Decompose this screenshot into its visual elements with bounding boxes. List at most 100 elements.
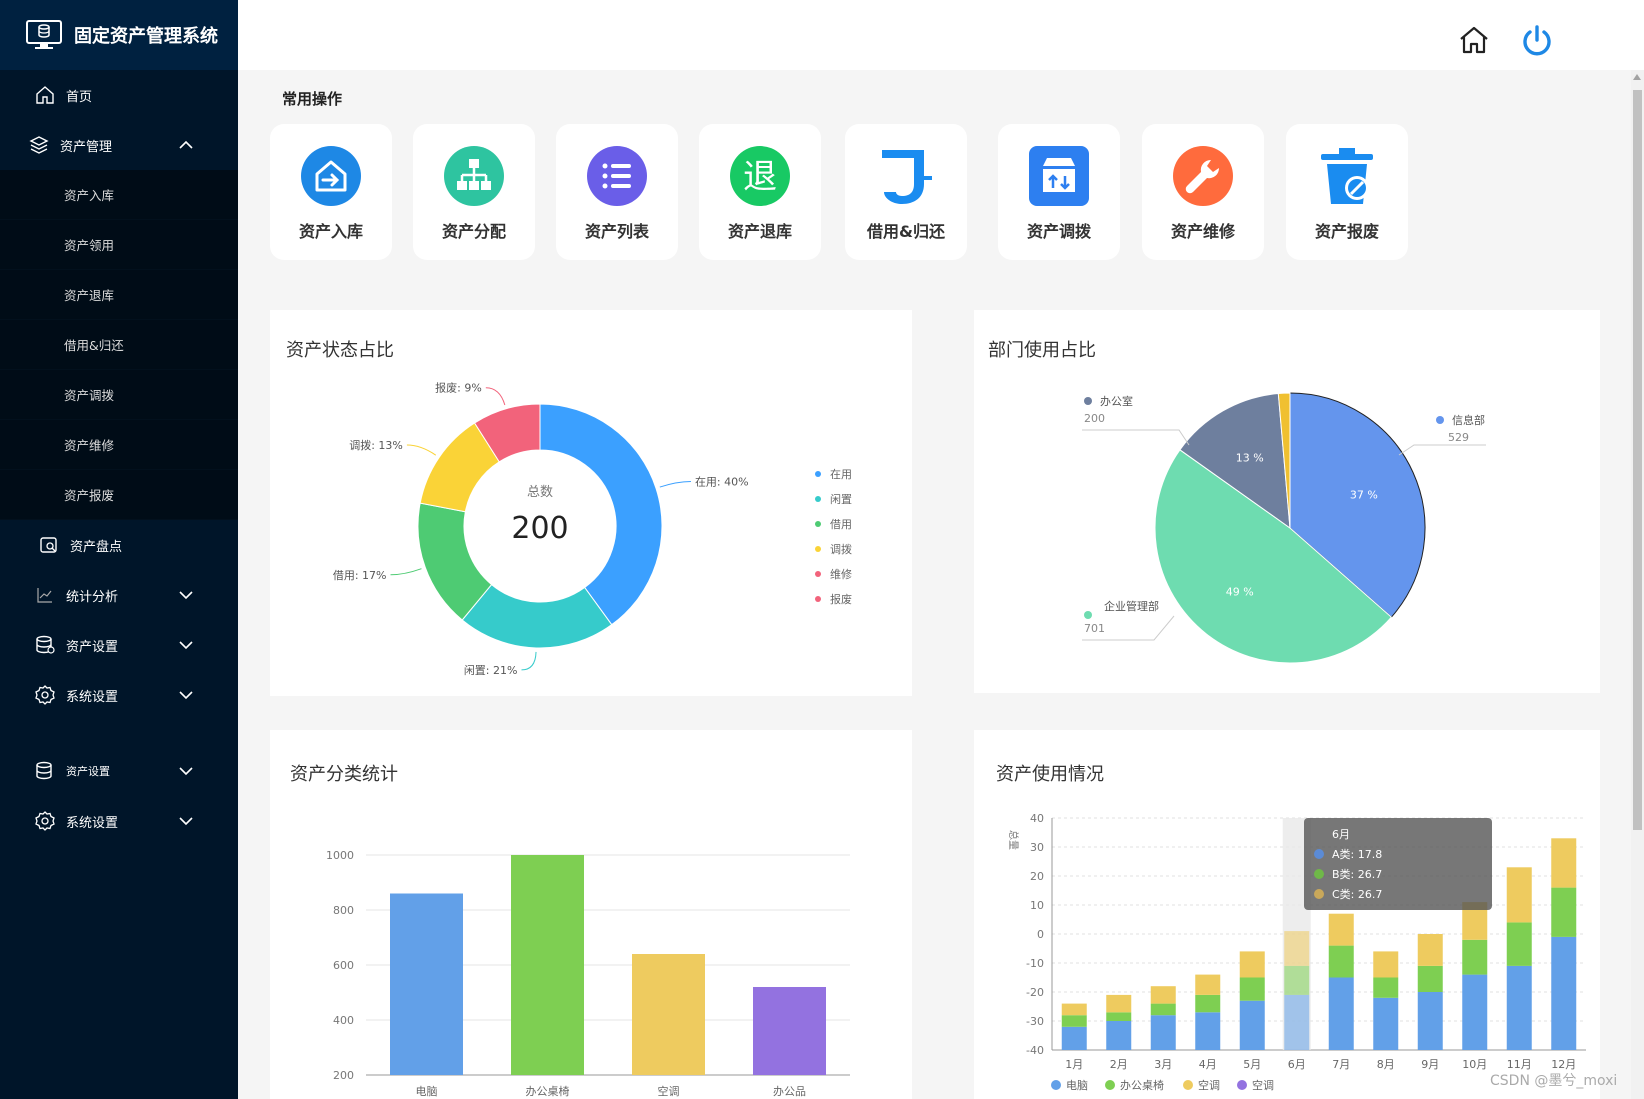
- bar-segment-A-8月: [1373, 997, 1399, 1050]
- bar-segment-C类-4月: [1195, 974, 1221, 995]
- home-icon[interactable]: [1458, 24, 1490, 56]
- pie-label-value: 529: [1448, 431, 1469, 444]
- quick-op-asset-in[interactable]: 资产入库: [270, 124, 392, 260]
- donut-label-line: [485, 387, 506, 406]
- watermark: CSDN @墨兮_moxi: [1490, 1073, 1618, 1089]
- bar-segment-B类-3月: [1150, 1003, 1176, 1016]
- donut-label-line: [406, 444, 437, 456]
- y-tick-label: 10: [1030, 899, 1044, 912]
- scroll-up-arrow-icon[interactable]: [1633, 74, 1641, 80]
- bar-电脑: [390, 893, 463, 1075]
- top-header: [238, 0, 1644, 70]
- donut-label-line: [521, 651, 537, 671]
- quick-op-allocate[interactable]: 资产分配: [413, 124, 535, 260]
- menu-system-settings-2[interactable]: 系统设置: [0, 796, 238, 846]
- bar-segment-B类-11月: [1506, 922, 1532, 966]
- power-icon[interactable]: [1520, 24, 1554, 58]
- inventory-search-icon: [38, 534, 60, 556]
- donut-slice-label: 闲置: 21%: [464, 663, 518, 677]
- bar-segment-C类-3月: [1150, 986, 1176, 1004]
- tooltip-row: A类: 17.8: [1332, 847, 1382, 861]
- menu-statistics-label: 统计分析: [66, 589, 119, 605]
- gear-icon: [34, 810, 56, 832]
- chevron-up-icon: [179, 140, 193, 149]
- donut-label-line: [390, 568, 422, 576]
- pie-label-value: 200: [1084, 412, 1105, 425]
- chevron-down-icon: [179, 767, 193, 776]
- legend-dot: [1237, 1080, 1247, 1090]
- bar-segment-B类-7月: [1328, 945, 1354, 978]
- menu-asset-settings-2[interactable]: 资产设置: [0, 746, 238, 796]
- menu-system-settings[interactable]: 系统设置: [0, 670, 238, 720]
- y-tick-label: 600: [333, 959, 354, 972]
- legend-dot: [815, 521, 821, 527]
- quick-op-scrap[interactable]: 资产报废: [1286, 124, 1408, 260]
- quick-op-label: 资产调拨: [1026, 222, 1091, 241]
- quick-op-label: 资产列表: [584, 222, 649, 241]
- legend-label: 电脑: [1066, 1079, 1088, 1092]
- x-tick-label: 9月: [1421, 1058, 1439, 1071]
- bar-segment-C类-2月: [1106, 994, 1132, 1013]
- legend-dot: [1183, 1080, 1193, 1090]
- quick-op-label: 资产维修: [1170, 222, 1235, 241]
- pie-label-dot: [1084, 397, 1092, 405]
- x-tick-label: 2月: [1110, 1058, 1128, 1071]
- submenu-item-repair[interactable]: 资产维修: [0, 420, 238, 470]
- bar-segment-C类-9月: [1417, 934, 1443, 966]
- x-tick-label: 5月: [1243, 1058, 1261, 1071]
- bar-segment-B类-5月: [1239, 977, 1265, 1001]
- pie-label-name: 信息部: [1452, 413, 1485, 427]
- layers-icon: [28, 134, 50, 156]
- bar-segment-C类-8月: [1373, 951, 1399, 978]
- menu-inventory-label: 资产盘点: [70, 539, 123, 555]
- menu-home[interactable]: 首页: [0, 70, 238, 120]
- home-icon: [34, 84, 56, 106]
- pie-label-dot: [1436, 416, 1444, 424]
- quick-op-label: 资产退库: [727, 222, 792, 241]
- dept-pie-panel: 部门使用占比 37 % 49 % 13 % 信息部 529 办公室 200 企业管理部 701: [974, 310, 1600, 693]
- wrench-icon: [1173, 146, 1233, 206]
- menu-inventory[interactable]: 资产盘点: [0, 520, 238, 570]
- usage-bar-panel: 资产使用情况 40 30 20 10 0 -10 -20 -30 -40 总量 1月 2月 3月 4月 5月…: [974, 730, 1600, 1099]
- menu-asset-management[interactable]: 资产管理: [0, 120, 238, 170]
- bar-segment-C类-5月: [1239, 951, 1265, 978]
- submenu-label: 资产退库: [64, 288, 115, 303]
- sidebar: 固定资产管理系统 首页 资产管理 资产入库 资产领用 资产退库 借用&归还 资产…: [0, 0, 238, 1099]
- legend-dot: [1105, 1080, 1115, 1090]
- menu-asset-settings[interactable]: 资产设置: [0, 620, 238, 670]
- quick-op-asset-return[interactable]: 退 资产退库: [699, 124, 821, 260]
- scroll-thumb[interactable]: [1633, 90, 1642, 830]
- x-tick-label: 办公桌椅: [526, 1084, 570, 1098]
- bar-segment-A-12月: [1551, 936, 1577, 1050]
- bar-segment-B类-2月: [1106, 1012, 1132, 1021]
- donut-label-line: [659, 481, 691, 488]
- quick-op-repair[interactable]: 资产维修: [1142, 124, 1264, 260]
- quick-op-borrow[interactable]: 借用&归还: [845, 124, 967, 260]
- bar-segment-A-6月: [1284, 994, 1310, 1050]
- pie-pct-label: 49 %: [1226, 586, 1254, 599]
- submenu-item-borrow[interactable]: 借用&归还: [0, 320, 238, 370]
- submenu-item-scrap[interactable]: 资产报废: [0, 470, 238, 520]
- chevron-down-icon: [179, 641, 193, 650]
- submenu-item-asset-return[interactable]: 资产退库: [0, 270, 238, 320]
- quick-op-transfer[interactable]: 资产调拨: [998, 124, 1120, 260]
- bar-segment-B类-9月: [1417, 965, 1443, 992]
- chevron-down-icon: [179, 691, 193, 700]
- bar-segment-B类-1月: [1061, 1015, 1087, 1027]
- page-scrollbar[interactable]: [1631, 70, 1644, 1099]
- submenu-item-asset-receive[interactable]: 资产领用: [0, 220, 238, 270]
- submenu-item-asset-in[interactable]: 资产入库: [0, 170, 238, 220]
- y-axis-title: 总量: [1007, 830, 1020, 850]
- bar-segment-A-7月: [1328, 977, 1354, 1050]
- y-tick-label: -30: [1026, 1015, 1044, 1028]
- bar-segment-A-9月: [1417, 992, 1443, 1050]
- menu-statistics[interactable]: 统计分析: [0, 570, 238, 620]
- pie-label-line: [1082, 429, 1190, 446]
- category-bar-chart: 200 400 600 800 1000 电脑 办公桌椅 空调 办公品: [326, 849, 850, 1098]
- status-pie-panel: 资产状态占比 在用: 40% 闲置: 21% 借用: 17% 调拨: 13% 报废: 9…: [270, 310, 912, 696]
- submenu-item-transfer[interactable]: 资产调拨: [0, 370, 238, 420]
- pie-label-name: 企业管理部: [1104, 599, 1159, 613]
- quick-op-asset-list[interactable]: 资产列表: [556, 124, 678, 260]
- bar-办公桌椅: [511, 855, 584, 1075]
- pie-pct-label: 37 %: [1350, 489, 1378, 502]
